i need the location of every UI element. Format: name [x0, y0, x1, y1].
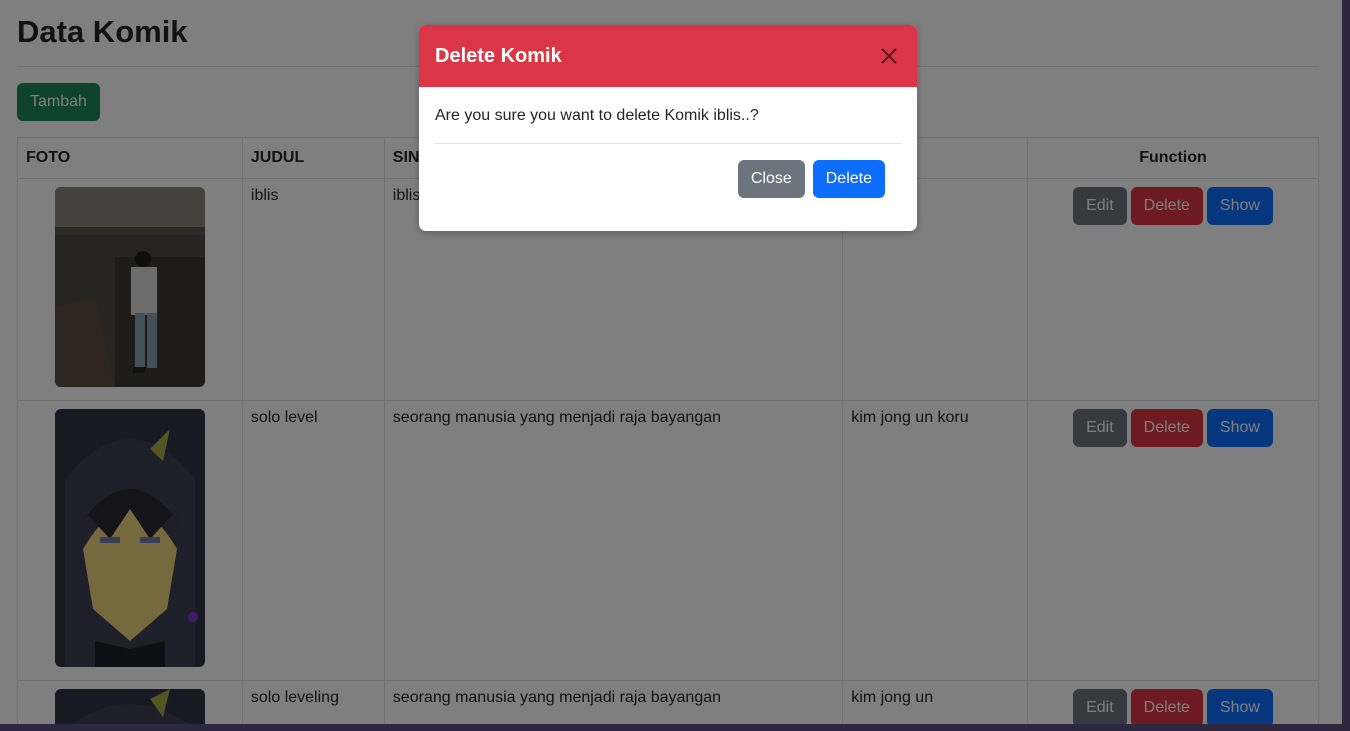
modal-close-button[interactable]: Close	[737, 160, 805, 198]
modal-header: Delete Komik	[419, 25, 917, 87]
modal-footer: Close Delete	[419, 144, 917, 198]
browser-viewport: Data Komik Tambah FOTO JUDUL SIN Functio…	[0, 0, 1342, 724]
modal-delete-button[interactable]: Delete	[812, 160, 885, 198]
delete-modal: Delete Komik Are you sure you want to de…	[419, 25, 917, 231]
close-icon[interactable]	[877, 44, 901, 68]
modal-title: Delete Komik	[435, 44, 562, 67]
modal-message: Are you sure you want to delete Komik ib…	[435, 107, 759, 124]
